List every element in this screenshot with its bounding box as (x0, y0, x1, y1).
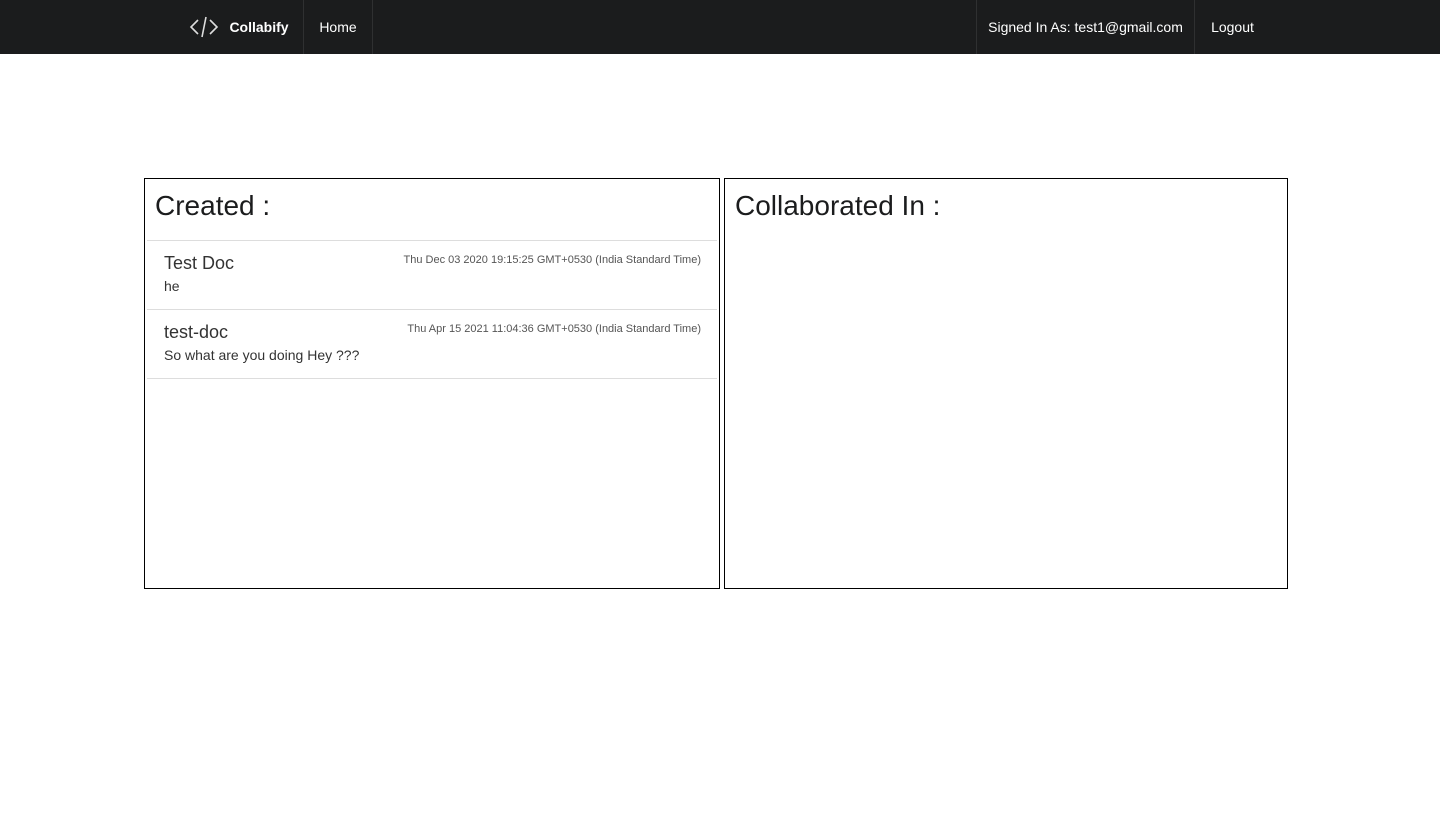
doc-body: So what are you doing Hey ??? (164, 347, 360, 363)
collaborated-heading: Collaborated In : (735, 190, 941, 221)
list-item[interactable]: test-doc So what are you doing Hey ??? T… (147, 310, 717, 379)
brand-name: Collabify (229, 19, 289, 35)
created-panel: Created : Test Doc he Thu Dec 03 2020 19… (144, 178, 720, 589)
top-navbar: Collabify Home Signed In As: test1@gmail… (0, 0, 1440, 54)
list-item[interactable]: Test Doc he Thu Dec 03 2020 19:15:25 GMT… (147, 241, 717, 310)
logout-button[interactable]: Logout (1195, 0, 1270, 54)
created-doc-list: Test Doc he Thu Dec 03 2020 19:15:25 GMT… (147, 240, 717, 379)
signed-in-status: Signed In As: test1@gmail.com (976, 0, 1195, 54)
code-icon (190, 16, 219, 38)
collaborated-panel: Collaborated In : (724, 178, 1288, 589)
doc-date: Thu Dec 03 2020 19:15:25 GMT+0530 (India… (403, 254, 701, 266)
doc-date: Thu Apr 15 2021 11:04:36 GMT+0530 (India… (407, 323, 701, 335)
nav-home[interactable]: Home (304, 0, 373, 54)
created-heading: Created : (155, 190, 271, 221)
brand-link[interactable]: Collabify (175, 0, 304, 54)
doc-body: he (164, 278, 180, 294)
